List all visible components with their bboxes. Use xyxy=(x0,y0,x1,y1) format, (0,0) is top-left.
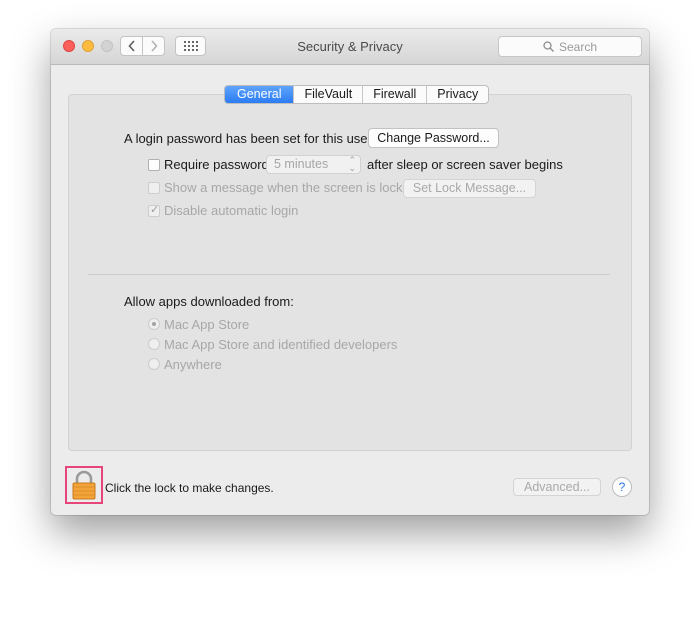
checkmark-icon: ✓ xyxy=(150,204,160,216)
padlock-icon xyxy=(72,470,96,500)
lock-hint-text: Click the lock to make changes. xyxy=(105,481,274,495)
lock-button[interactable] xyxy=(65,466,103,504)
radio-selected-dot xyxy=(152,322,156,326)
radio-identified-developers[interactable] xyxy=(148,338,160,350)
radio-label-anywhere: Anywhere xyxy=(164,357,222,372)
disable-auto-login-label: Disable automatic login xyxy=(164,203,299,218)
tab-privacy[interactable]: Privacy xyxy=(426,86,488,103)
disable-auto-login-checkbox[interactable]: ✓ xyxy=(148,204,160,217)
tab-bar: General FileVault Firewall Privacy xyxy=(224,85,490,104)
radio-label-mac-app-store: Mac App Store xyxy=(164,317,250,332)
login-password-text: A login password has been set for this u… xyxy=(124,131,372,146)
up-down-arrows-icon: ⌃ ⌄ xyxy=(348,155,356,173)
tab-content-panel xyxy=(68,94,632,451)
allow-apps-heading: Allow apps downloaded from: xyxy=(124,294,294,309)
require-password-label: Require password xyxy=(164,157,269,172)
security-privacy-window: Security & Privacy Search General FileVa… xyxy=(51,29,649,515)
section-divider xyxy=(88,274,610,275)
tab-general[interactable]: General xyxy=(225,86,294,103)
tab-filevault[interactable]: FileVault xyxy=(293,86,362,103)
show-message-checkbox[interactable] xyxy=(148,182,160,194)
radio-mac-app-store[interactable] xyxy=(148,318,160,330)
advanced-button[interactable]: Advanced... xyxy=(513,478,601,496)
help-button[interactable]: ? xyxy=(612,477,632,497)
change-password-button[interactable]: Change Password... xyxy=(368,128,499,148)
radio-anywhere[interactable] xyxy=(148,358,160,370)
show-message-label: Show a message when the screen is locked xyxy=(164,180,417,195)
set-lock-message-button[interactable]: Set Lock Message... xyxy=(403,179,536,198)
require-password-checkbox[interactable] xyxy=(148,159,160,171)
search-placeholder: Search xyxy=(558,39,598,54)
title-bar: Security & Privacy Search xyxy=(51,29,649,65)
search-icon xyxy=(543,41,554,52)
tab-firewall[interactable]: Firewall xyxy=(362,86,426,103)
search-input[interactable]: Search xyxy=(498,36,642,57)
require-password-delay-select[interactable]: 5 minutes ⌃ ⌄ xyxy=(266,155,361,174)
radio-label-identified-developers: Mac App Store and identified developers xyxy=(164,337,398,352)
require-password-suffix: after sleep or screen saver begins xyxy=(367,157,563,172)
delay-value: 5 minutes xyxy=(274,157,329,171)
